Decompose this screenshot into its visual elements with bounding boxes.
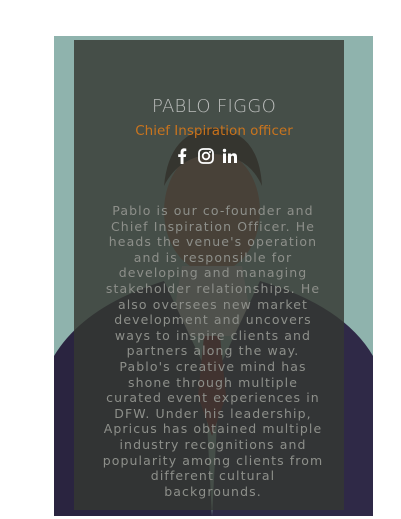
instagram-link[interactable]	[198, 147, 214, 165]
social-links	[174, 146, 238, 166]
member-role: Chief Inspiration officer	[135, 123, 293, 139]
facebook-link[interactable]	[174, 147, 190, 165]
linkedin-link[interactable]	[222, 147, 238, 165]
facebook-icon	[178, 148, 187, 164]
linkedin-icon	[222, 148, 237, 163]
instagram-icon	[198, 148, 214, 164]
member-name: PABLO FIGGO	[151, 96, 277, 117]
member-bio: Pablo is our co-founder and Chief Inspir…	[102, 203, 324, 499]
